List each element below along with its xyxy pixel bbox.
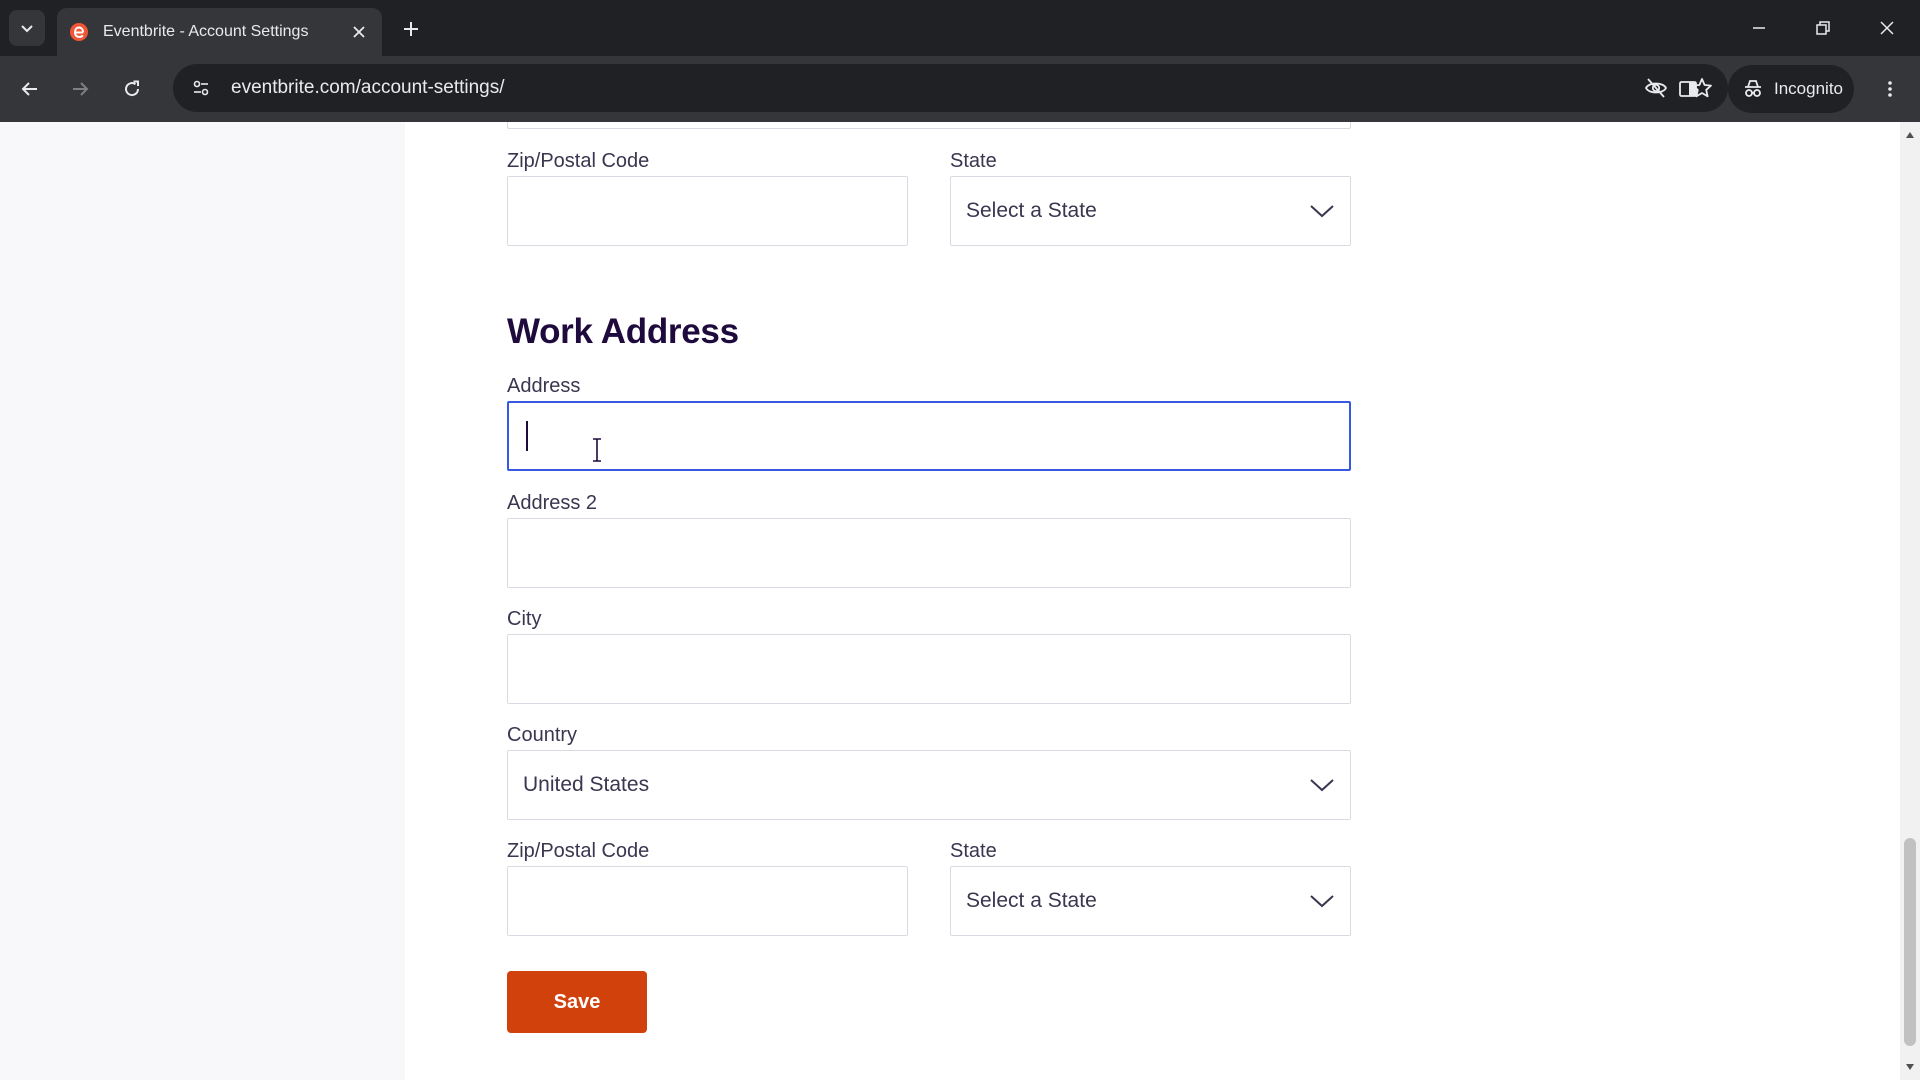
kebab-menu-icon: [1888, 81, 1892, 97]
chevron-down-icon: [21, 25, 33, 33]
forward-button[interactable]: [60, 69, 100, 109]
chevron-down-icon: [1302, 881, 1342, 921]
incognito-icon: [1745, 80, 1761, 97]
city-input[interactable]: [507, 634, 1351, 704]
state-select-value: Select a State: [966, 889, 1097, 912]
scroll-up-arrow-icon[interactable]: [1903, 128, 1917, 142]
plus-icon: [404, 22, 418, 36]
arrow-right-icon: [73, 82, 89, 96]
minimize-button[interactable]: [1736, 8, 1782, 48]
arrow-left-icon: [21, 82, 37, 96]
state-select[interactable]: Select a State: [950, 866, 1351, 936]
state-label: State: [950, 840, 997, 862]
back-button[interactable]: [10, 69, 50, 109]
page-viewport: Zip/Postal Code State Select a State Wor…: [0, 122, 1920, 1080]
state-select-top[interactable]: Select a State: [950, 176, 1351, 246]
left-sidebar-area: [0, 122, 405, 1080]
address2-input[interactable]: [507, 518, 1351, 588]
address-input[interactable]: [507, 401, 1351, 471]
eventbrite-favicon-icon: [69, 22, 89, 42]
zip-input[interactable]: [507, 866, 908, 936]
tab-search-button[interactable]: [9, 10, 45, 46]
country-label: Country: [507, 724, 578, 746]
chevron-down-icon: [1302, 765, 1342, 805]
country-select[interactable]: United States: [507, 750, 1351, 820]
tab-close-icon[interactable]: [348, 21, 370, 43]
browser-menu-button[interactable]: [1870, 69, 1910, 109]
ibeam-cursor-icon: [593, 438, 601, 462]
side-panel-icon: [1679, 81, 1697, 97]
browser-tab-strip: Eventbrite - Account Settings: [0, 0, 1920, 56]
site-info-icon[interactable]: [181, 68, 221, 108]
previous-field-edge: [507, 122, 1351, 129]
main-content: [405, 122, 1900, 1080]
scrollbar-thumb[interactable]: [1904, 838, 1916, 1046]
browser-toolbar: eventbrite.com/account-settings/ Incogni…: [0, 56, 1920, 122]
chevron-down-icon: [1302, 191, 1342, 231]
address-label: Address: [507, 375, 581, 397]
zip-label: Zip/Postal Code: [507, 840, 650, 862]
side-panel-button[interactable]: [1668, 69, 1708, 109]
new-tab-button[interactable]: [396, 14, 426, 44]
zip-label-top: Zip/Postal Code: [507, 150, 650, 172]
restore-icon: [1816, 21, 1830, 35]
state-label-top: State: [950, 150, 997, 172]
work-address-title: Work Address: [507, 312, 739, 351]
city-label: City: [507, 608, 542, 630]
url-text[interactable]: eventbrite.com/account-settings/: [231, 77, 1636, 99]
incognito-badge[interactable]: Incognito: [1728, 65, 1854, 113]
reload-button[interactable]: [112, 69, 152, 109]
browser-tab-active[interactable]: Eventbrite - Account Settings: [57, 8, 382, 56]
address2-label: Address 2: [507, 492, 598, 514]
zip-input-top[interactable]: [507, 176, 908, 246]
reload-icon: [125, 80, 140, 97]
minimize-icon: [1753, 27, 1765, 29]
save-button[interactable]: Save: [507, 971, 647, 1033]
country-select-value: United States: [523, 773, 650, 796]
address-bar[interactable]: eventbrite.com/account-settings/: [173, 64, 1728, 112]
scroll-down-arrow-icon[interactable]: [1903, 1060, 1917, 1074]
text-caret: [526, 421, 528, 451]
close-window-button[interactable]: [1864, 8, 1910, 48]
restore-button[interactable]: [1800, 8, 1846, 48]
incognito-label: Incognito: [1774, 79, 1843, 98]
tab-title: Eventbrite - Account Settings: [103, 23, 309, 40]
close-icon: [1880, 21, 1894, 35]
state-select-top-value: Select a State: [966, 199, 1097, 222]
